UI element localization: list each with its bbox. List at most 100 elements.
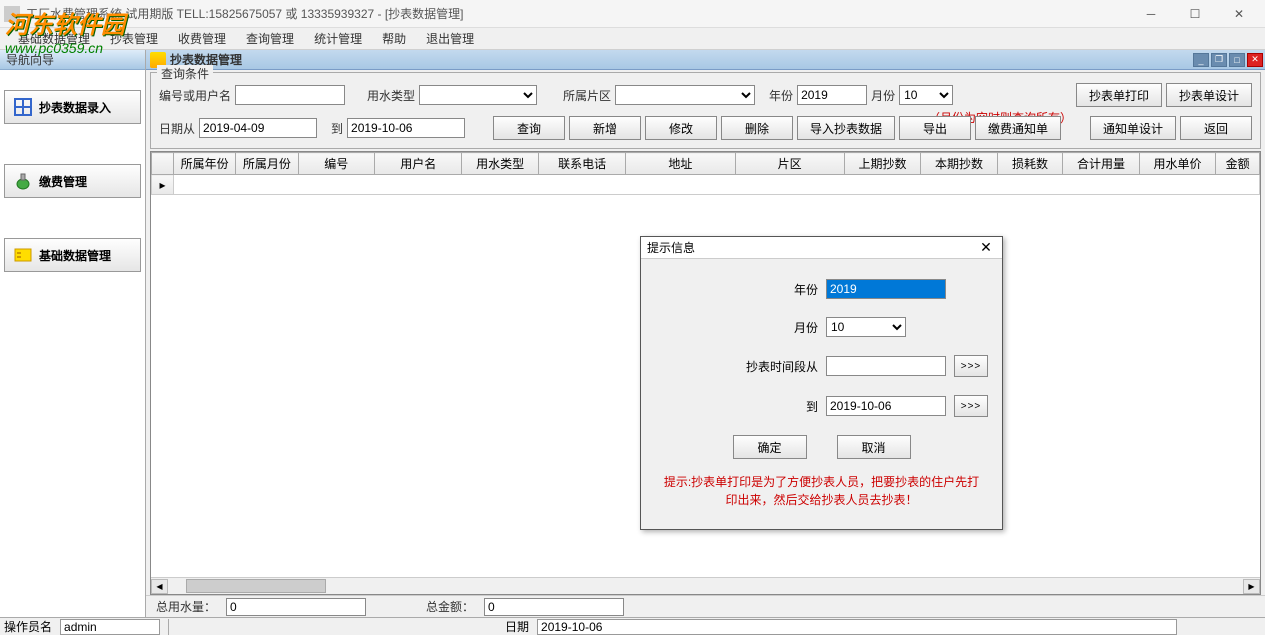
- table-row[interactable]: ▸: [152, 175, 1260, 195]
- app-icon: [4, 6, 20, 22]
- doc-footer: 总用水量： 总金额：: [146, 595, 1265, 617]
- month-label: 月份: [871, 87, 895, 104]
- modify-button[interactable]: 修改: [645, 116, 717, 140]
- col-year[interactable]: 所属年份: [174, 153, 236, 175]
- export-button[interactable]: 导出: [899, 116, 971, 140]
- menu-query[interactable]: 查询管理: [236, 28, 304, 49]
- dialog-rangeto-label: 到: [806, 398, 818, 415]
- dialog-rangefrom-label: 抄表时间段从: [746, 358, 818, 375]
- col-amount[interactable]: 金额: [1216, 153, 1260, 175]
- query-fieldset: 查询条件 编号或用户名 用水类型 所属片区 年份 月份 10 抄表单打印 抄表单…: [150, 72, 1261, 149]
- sidebar-item-meter-input[interactable]: 抄表数据录入: [4, 90, 141, 124]
- menubar: 基础数据管理 抄表管理 收费管理 查询管理 统计管理 帮助 退出管理: [0, 28, 1265, 50]
- menu-exit[interactable]: 退出管理: [416, 28, 484, 49]
- menu-basedata[interactable]: 基础数据管理: [8, 28, 100, 49]
- col-watertype[interactable]: 用水类型: [462, 153, 538, 175]
- row-selector[interactable]: ▸: [152, 175, 174, 195]
- datefrom-label: 日期从: [159, 120, 195, 137]
- operator-value: [60, 619, 160, 635]
- id-label: 编号或用户名: [159, 87, 231, 104]
- doc-title: 抄表数据管理: [170, 51, 1193, 68]
- sidebar: 导航向导 抄表数据录入 缴费管理 基础数据管理: [0, 50, 146, 617]
- dialog-rangeto-picker-button[interactable]: >>>: [954, 395, 988, 417]
- col-username[interactable]: 用户名: [375, 153, 462, 175]
- id-input[interactable]: [235, 85, 345, 105]
- watertype-label: 用水类型: [367, 87, 415, 104]
- delete-button[interactable]: 删除: [721, 116, 793, 140]
- dialog-month-label: 月份: [794, 319, 818, 336]
- col-address[interactable]: 地址: [626, 153, 735, 175]
- col-curr[interactable]: 本期抄数: [921, 153, 997, 175]
- back-button[interactable]: 返回: [1180, 116, 1252, 140]
- dialog-rangefrom-input[interactable]: [826, 356, 946, 376]
- dialog-year-input[interactable]: [826, 279, 946, 299]
- month-select[interactable]: 10: [899, 85, 953, 105]
- import-button[interactable]: 导入抄表数据: [797, 116, 895, 140]
- dialog-cancel-button[interactable]: 取消: [837, 435, 911, 459]
- dialog-rangefrom-picker-button[interactable]: >>>: [954, 355, 988, 377]
- total-water-value: [226, 598, 366, 616]
- scroll-left-icon[interactable]: ◀: [151, 579, 168, 594]
- col-price[interactable]: 用水单价: [1139, 153, 1215, 175]
- sidebar-item-label: 基础数据管理: [39, 247, 111, 264]
- horizontal-scrollbar[interactable]: ◀ ▶: [151, 577, 1260, 594]
- notice-design-button[interactable]: 通知单设计: [1090, 116, 1176, 140]
- add-button[interactable]: 新增: [569, 116, 641, 140]
- scroll-right-icon[interactable]: ▶: [1243, 579, 1260, 594]
- sidebar-item-label: 缴费管理: [39, 173, 87, 190]
- print-button[interactable]: 抄表单打印: [1076, 83, 1162, 107]
- sidebar-item-basedata[interactable]: 基础数据管理: [4, 238, 141, 272]
- total-amount-value: [484, 598, 624, 616]
- menu-help[interactable]: 帮助: [372, 28, 416, 49]
- year-input[interactable]: [797, 85, 867, 105]
- data-table[interactable]: 所属年份 所属月份 编号 用户名 用水类型 联系电话 地址 片区 上期抄数 本期…: [151, 152, 1260, 195]
- payment-icon: [13, 171, 33, 191]
- doc-minimize-button[interactable]: _: [1193, 53, 1209, 67]
- col-prev[interactable]: 上期抄数: [844, 153, 920, 175]
- col-month[interactable]: 所属月份: [236, 153, 298, 175]
- query-button[interactable]: 查询: [493, 116, 565, 140]
- maximize-button[interactable]: ☐: [1173, 2, 1217, 26]
- datefrom-input[interactable]: [199, 118, 317, 138]
- dateto-input[interactable]: [347, 118, 465, 138]
- minimize-button[interactable]: ─: [1129, 2, 1173, 26]
- sidebar-header: 导航向导: [0, 50, 145, 70]
- doc-maximize-button[interactable]: □: [1229, 53, 1245, 67]
- design-button[interactable]: 抄表单设计: [1166, 83, 1252, 107]
- dialog-close-button[interactable]: ✕: [976, 239, 996, 257]
- col-total[interactable]: 合计用量: [1063, 153, 1139, 175]
- doc-restore-button[interactable]: ❐: [1211, 53, 1227, 67]
- meter-input-icon: [13, 97, 33, 117]
- menu-stats[interactable]: 统计管理: [304, 28, 372, 49]
- dialog-note: 提示:抄表单打印是为了方便抄表人员，把要抄表的住户先打印出来，然后交给抄表人员去…: [655, 473, 988, 519]
- area-select[interactable]: [615, 85, 755, 105]
- year-label: 年份: [769, 87, 793, 104]
- scroll-thumb[interactable]: [186, 579, 326, 593]
- dialog-month-select[interactable]: 10: [826, 317, 906, 337]
- date-value: [537, 619, 1177, 635]
- close-button[interactable]: ✕: [1217, 2, 1261, 26]
- status-separator: [168, 619, 169, 635]
- doc-close-button[interactable]: ✕: [1247, 53, 1263, 67]
- dialog-titlebar[interactable]: 提示信息 ✕: [641, 237, 1002, 259]
- operator-label: 操作员名: [4, 618, 52, 635]
- dialog-ok-button[interactable]: 确定: [733, 435, 807, 459]
- sidebar-item-payment[interactable]: 缴费管理: [4, 164, 141, 198]
- window-title: 工厂水费管理系统 试用期版 TELL:15825675057 或 1333593…: [26, 5, 1129, 22]
- col-area[interactable]: 片区: [735, 153, 844, 175]
- row-selector-header: [152, 153, 174, 175]
- dialog-rangeto-input[interactable]: [826, 396, 946, 416]
- menu-fee[interactable]: 收费管理: [168, 28, 236, 49]
- col-phone[interactable]: 联系电话: [538, 153, 625, 175]
- basedata-icon: [13, 245, 33, 265]
- prompt-dialog: 提示信息 ✕ 年份 月份 10 抄表时间段从 >>> 到 >>> 确定 取消 提…: [640, 236, 1003, 530]
- col-id[interactable]: 编号: [298, 153, 374, 175]
- window-titlebar: 工厂水费管理系统 试用期版 TELL:15825675057 或 1333593…: [0, 0, 1265, 28]
- bill-button[interactable]: 缴费通知单: [975, 116, 1061, 140]
- statusbar: 操作员名 日期: [0, 617, 1265, 635]
- watertype-select[interactable]: [419, 85, 537, 105]
- doc-header: 抄表数据管理 _ ❐ □ ✕: [146, 50, 1265, 70]
- menu-meter[interactable]: 抄表管理: [100, 28, 168, 49]
- dialog-title: 提示信息: [647, 239, 976, 256]
- col-loss[interactable]: 损耗数: [997, 153, 1063, 175]
